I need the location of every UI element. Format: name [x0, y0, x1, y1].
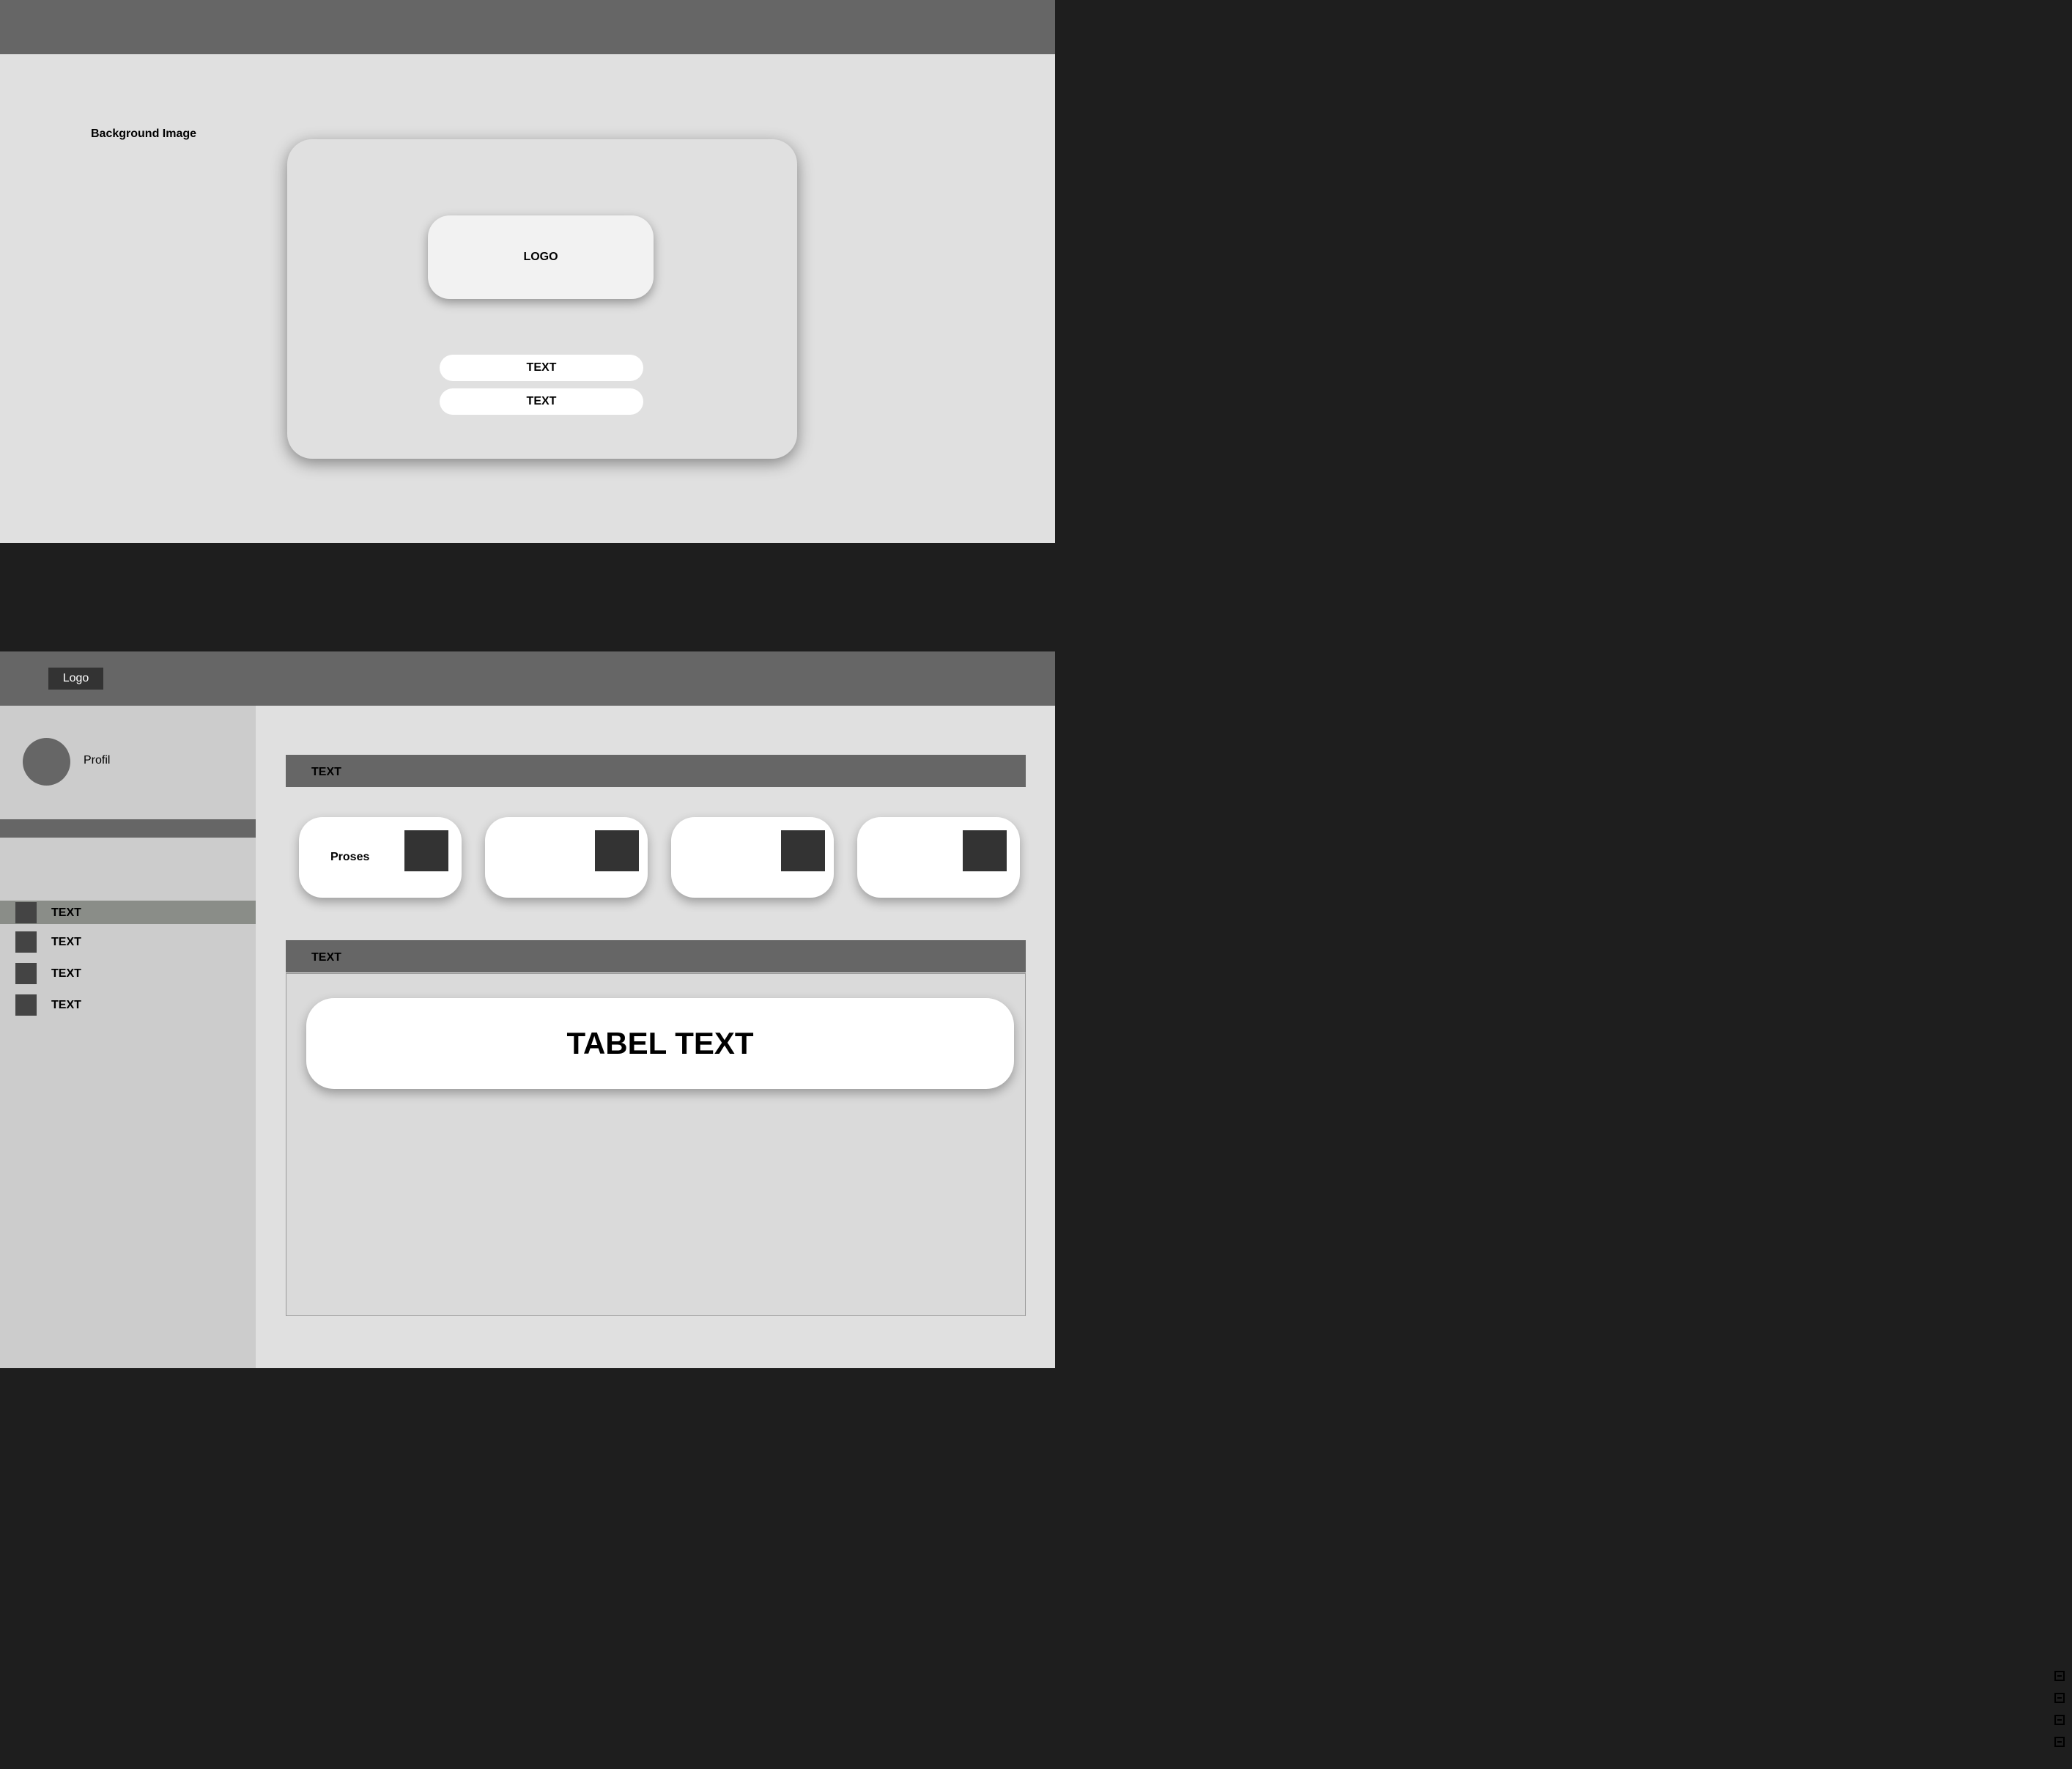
login-field-1[interactable]: TEXT [440, 355, 643, 381]
login-logo: LOGO [428, 215, 654, 299]
stat-card-icon [404, 830, 448, 871]
collapse-icon[interactable] [2054, 1715, 2065, 1725]
login-screen: Background Image LOGO TEXT TEXT [0, 0, 1055, 543]
collapse-icon[interactable] [2054, 1671, 2065, 1681]
stat-card-3[interactable] [671, 817, 834, 898]
stat-card-icon [595, 830, 639, 871]
sidebar-item-4[interactable]: TEXT [0, 993, 256, 1016]
table-section-title: TEXT [311, 951, 341, 964]
sidebar-item-2[interactable]: TEXT [0, 930, 256, 953]
collapse-icon[interactable] [2054, 1737, 2065, 1747]
dashboard-screen: Logo Profil TEXT TEXT TEXT TEXT TEXT Pro… [0, 651, 1055, 1368]
background-image-label: Background Image [91, 128, 197, 140]
sidebar-item-3[interactable]: TEXT [0, 961, 256, 985]
stats-section-header: TEXT [286, 755, 1026, 787]
avatar[interactable] [23, 738, 70, 786]
collapse-icon[interactable] [2054, 1693, 2065, 1703]
login-field-2[interactable]: TEXT [440, 388, 643, 415]
table-row[interactable]: TABEL TEXT [306, 998, 1014, 1089]
sidebar-item-label: TEXT [51, 936, 81, 948]
sidebar-item-icon [15, 931, 37, 953]
stat-card-icon [781, 830, 825, 871]
stat-card-1[interactable]: Proses [299, 817, 462, 898]
login-top-bar [0, 0, 1055, 54]
stat-card-4[interactable] [857, 817, 1020, 898]
stat-card-2[interactable] [485, 817, 648, 898]
sidebar-divider [0, 819, 256, 838]
logo-button[interactable]: Logo [48, 668, 103, 690]
sidebar-item-icon [15, 994, 37, 1016]
sidebar-item-icon [15, 963, 37, 984]
table-panel: TABEL TEXT [286, 973, 1026, 1316]
sidebar-item-label: TEXT [51, 999, 81, 1011]
stat-card-icon [963, 830, 1007, 871]
dashboard-top-bar: Logo [0, 651, 1055, 706]
sidebar: Profil TEXT TEXT TEXT TEXT [0, 706, 256, 1368]
stat-card-label: Proses [330, 851, 370, 863]
sidebar-item-1[interactable]: TEXT [0, 901, 256, 924]
table-section-header: TEXT [286, 940, 1026, 972]
profile-name[interactable]: Profil [84, 754, 110, 767]
sidebar-item-label: TEXT [51, 906, 81, 919]
login-card: LOGO TEXT TEXT [287, 139, 797, 459]
sidebar-item-icon [15, 902, 37, 923]
sidebar-item-label: TEXT [51, 967, 81, 980]
stats-section-title: TEXT [311, 766, 341, 778]
